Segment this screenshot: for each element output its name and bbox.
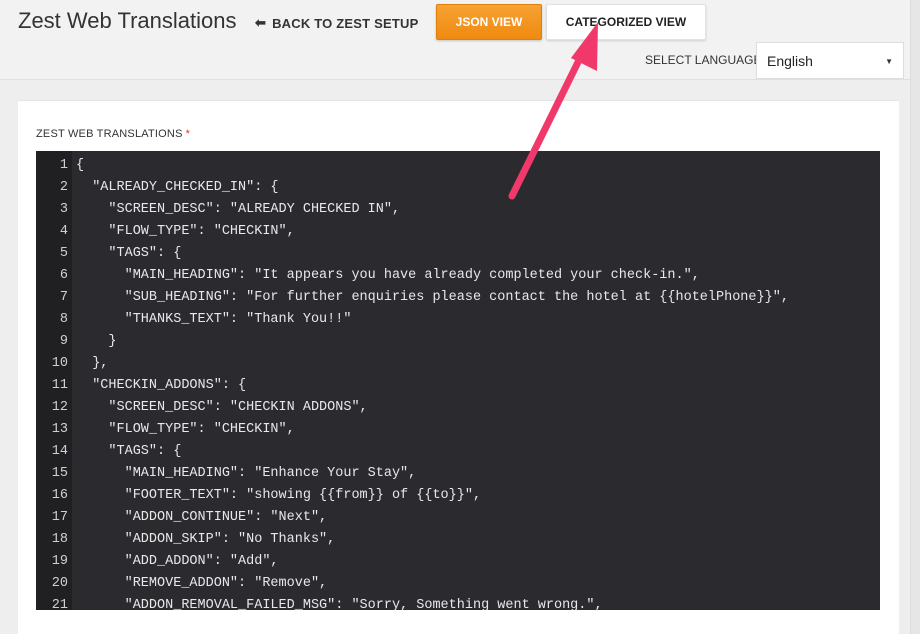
code-line[interactable]: 1{ <box>36 155 880 177</box>
caret-down-icon: ▼ <box>885 57 893 66</box>
code-text: "TAGS": { <box>76 246 182 261</box>
code-text: "MAIN_HEADING": "Enhance Your Stay", <box>76 466 417 481</box>
code-line[interactable]: 17 "ADDON_CONTINUE": "Next", <box>36 507 880 529</box>
code-line[interactable]: 13 "FLOW_TYPE": "CHECKIN", <box>36 419 880 441</box>
code-text: "ADD_ADDON": "Add", <box>76 554 279 569</box>
code-line[interactable]: 16 "FOOTER_TEXT": "showing {{from}} of {… <box>36 485 880 507</box>
line-number: 1 <box>59 158 68 173</box>
code-text: "TAGS": { <box>76 444 182 459</box>
json-view-button[interactable]: JSON VIEW <box>436 4 542 40</box>
page-title: Zest Web Translations <box>18 8 237 33</box>
line-number: 4 <box>59 224 68 239</box>
code-line[interactable]: 3 "SCREEN_DESC": "ALREADY CHECKED IN", <box>36 199 880 221</box>
line-number: 11 <box>51 378 68 393</box>
select-language-label: SELECT LANGUAGE <box>645 53 762 67</box>
translations-card: ZEST WEB TRANSLATIONS * 1{2 "ALREADY_CHEC… <box>18 100 899 634</box>
line-number: 20 <box>51 576 68 591</box>
code-text: "FLOW_TYPE": "CHECKIN", <box>76 422 295 437</box>
code-text: "SCREEN_DESC": "ALREADY CHECKED IN", <box>76 202 401 217</box>
code-text: "FOOTER_TEXT": "showing {{from}} of {{to… <box>76 488 482 503</box>
code-text: } <box>76 334 117 349</box>
line-number: 9 <box>59 334 68 349</box>
field-label-text: ZEST WEB TRANSLATIONS <box>36 128 183 140</box>
top-bar: Zest Web Translations ⬅ BACK TO ZEST SET… <box>0 0 920 80</box>
language-select-value: English <box>767 52 813 69</box>
code-text: "ADDON_CONTINUE": "Next", <box>76 510 328 525</box>
code-line[interactable]: 5 "TAGS": { <box>36 243 880 265</box>
scrollbar-track[interactable] <box>910 0 920 634</box>
code-line[interactable]: 14 "TAGS": { <box>36 441 880 463</box>
required-marker: * <box>185 128 191 140</box>
code-text: "FLOW_TYPE": "CHECKIN", <box>76 224 295 239</box>
code-line[interactable]: 12 "SCREEN_DESC": "CHECKIN ADDONS", <box>36 397 880 419</box>
back-to-setup-link[interactable]: ⬅ BACK TO ZEST SETUP <box>255 15 418 31</box>
code-text: "THANKS_TEXT": "Thank You!!" <box>76 312 352 327</box>
categorized-view-button[interactable]: CATEGORIZED VIEW <box>546 4 706 40</box>
code-line[interactable]: 20 "REMOVE_ADDON": "Remove", <box>36 573 880 595</box>
code-text: "MAIN_HEADING": "It appears you have alr… <box>76 268 700 283</box>
line-number: 14 <box>51 444 68 459</box>
line-number: 12 <box>51 400 68 415</box>
line-number: 8 <box>59 312 68 327</box>
code-line[interactable]: 10 }, <box>36 353 880 375</box>
json-code-editor[interactable]: 1{2 "ALREADY_CHECKED_IN": {3 "SCREEN_DES… <box>36 151 880 610</box>
code-line[interactable]: 19 "ADD_ADDON": "Add", <box>36 551 880 573</box>
line-number: 15 <box>51 466 68 481</box>
line-number: 5 <box>59 246 68 261</box>
line-number: 17 <box>51 510 68 525</box>
back-link-label: BACK TO ZEST SETUP <box>272 15 419 31</box>
language-select[interactable]: English ▼ <box>756 42 904 79</box>
code-line[interactable]: 21 "ADDON_REMOVAL_FAILED_MSG": "Sorry, S… <box>36 595 880 610</box>
code-text: "ALREADY_CHECKED_IN": { <box>76 180 279 195</box>
code-text: "ADDON_SKIP": "No Thanks", <box>76 532 336 547</box>
code-text: "ADDON_REMOVAL_FAILED_MSG": "Sorry, Some… <box>76 598 603 610</box>
line-number: 21 <box>51 598 68 610</box>
line-number: 7 <box>59 290 68 305</box>
line-number: 18 <box>51 532 68 547</box>
code-line[interactable]: 2 "ALREADY_CHECKED_IN": { <box>36 177 880 199</box>
code-text: }, <box>76 356 109 371</box>
line-number: 10 <box>51 356 68 371</box>
line-number: 16 <box>51 488 68 503</box>
code-line[interactable]: 11 "CHECKIN_ADDONS": { <box>36 375 880 397</box>
code-line[interactable]: 9 } <box>36 331 880 353</box>
code-line[interactable]: 4 "FLOW_TYPE": "CHECKIN", <box>36 221 880 243</box>
code-line[interactable]: 18 "ADDON_SKIP": "No Thanks", <box>36 529 880 551</box>
line-number: 13 <box>51 422 68 437</box>
code-text: "CHECKIN_ADDONS": { <box>76 378 247 393</box>
line-number: 6 <box>59 268 68 283</box>
left-arrow-icon: ⬅ <box>255 15 267 30</box>
translations-field-label: ZEST WEB TRANSLATIONS * <box>36 128 190 140</box>
code-line[interactable]: 7 "SUB_HEADING": "For further enquiries … <box>36 287 880 309</box>
code-text: "SUB_HEADING": "For further enquiries pl… <box>76 290 789 305</box>
code-line[interactable]: 6 "MAIN_HEADING": "It appears you have a… <box>36 265 880 287</box>
code-line[interactable]: 8 "THANKS_TEXT": "Thank You!!" <box>36 309 880 331</box>
code-text: "REMOVE_ADDON": "Remove", <box>76 576 328 591</box>
line-number: 19 <box>51 554 68 569</box>
code-text: "SCREEN_DESC": "CHECKIN ADDONS", <box>76 400 368 415</box>
code-text: { <box>76 158 85 173</box>
code-line[interactable]: 15 "MAIN_HEADING": "Enhance Your Stay", <box>36 463 880 485</box>
line-number: 3 <box>59 202 68 217</box>
line-number: 2 <box>59 180 68 195</box>
